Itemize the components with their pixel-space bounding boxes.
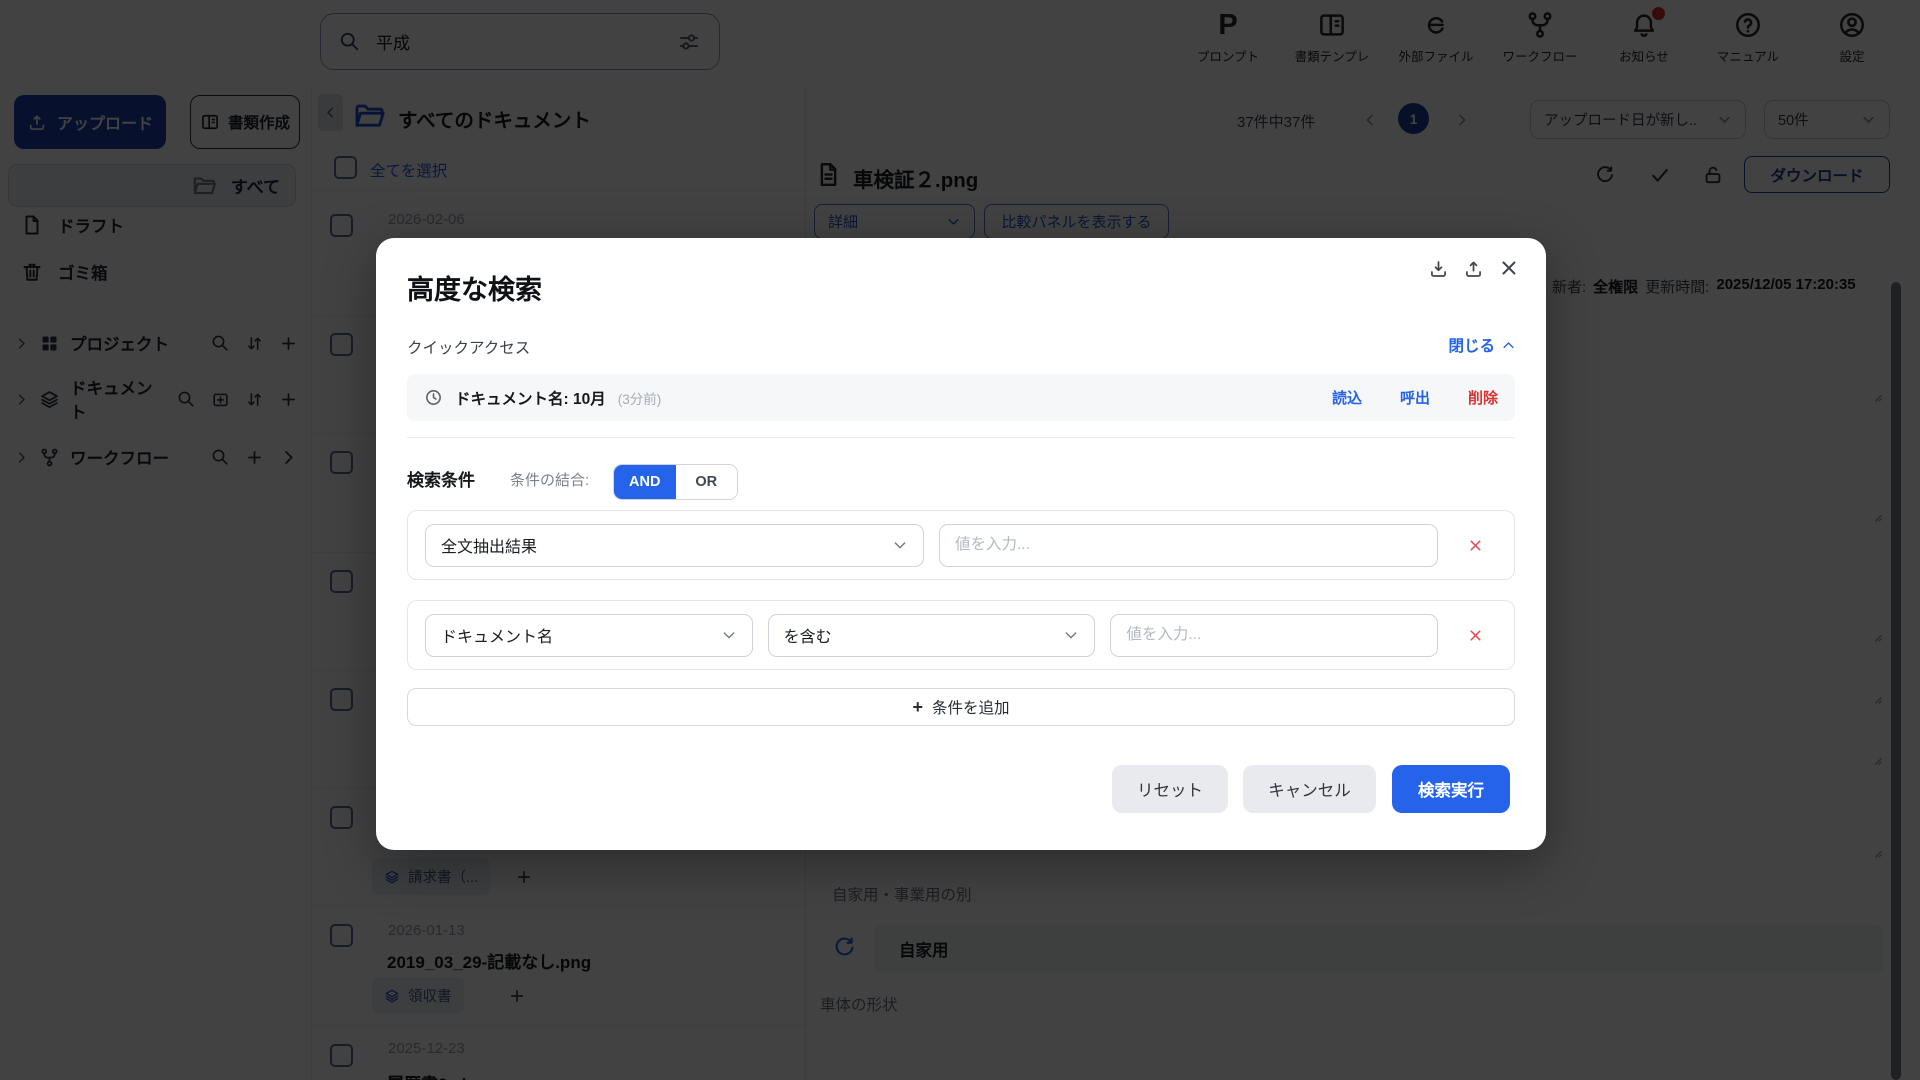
reset-button[interactable]: リセット bbox=[1112, 765, 1228, 813]
condition-row: 全文抽出結果 bbox=[407, 510, 1515, 580]
cancel-button[interactable]: キャンセル bbox=[1243, 765, 1376, 813]
modal-title: 高度な検索 bbox=[407, 268, 542, 307]
execute-search-button[interactable]: 検索実行 bbox=[1392, 765, 1510, 813]
or-toggle-option[interactable]: OR bbox=[676, 465, 738, 499]
chevron-down-icon bbox=[721, 627, 737, 643]
import-download-icon[interactable] bbox=[1428, 258, 1449, 279]
chevron-down-icon bbox=[892, 537, 908, 553]
history-recall-button[interactable]: 呼出 bbox=[1400, 387, 1430, 408]
remove-condition-button[interactable] bbox=[1453, 627, 1497, 644]
collapse-label: 閉じる bbox=[1448, 334, 1495, 356]
remove-condition-button[interactable] bbox=[1453, 537, 1497, 554]
chevron-up-icon bbox=[1501, 338, 1516, 353]
join-operator-label: 条件の結合: bbox=[510, 469, 589, 490]
remove-x-icon bbox=[1467, 537, 1484, 554]
search-history-entry[interactable]: ドキュメント名: 10月 (3分前) 読込 呼出 削除 bbox=[407, 374, 1515, 421]
screen: P プロンプト 書類テンプレ 外部ファイル ワークフロー bbox=[0, 0, 1920, 1080]
condition-row: ドキュメント名 を含む bbox=[407, 600, 1515, 670]
condition-field-value: ドキュメント名 bbox=[441, 623, 553, 647]
quick-access-collapse-button[interactable]: 閉じる bbox=[1448, 334, 1516, 356]
and-or-toggle: AND OR bbox=[613, 464, 738, 500]
condition-value-input[interactable] bbox=[1110, 614, 1438, 657]
close-icon[interactable] bbox=[1498, 257, 1520, 279]
quick-access-label: クイックアクセス bbox=[407, 336, 530, 358]
history-load-button[interactable]: 読込 bbox=[1332, 387, 1362, 408]
history-entry-time: (3分前) bbox=[618, 388, 662, 408]
divider bbox=[407, 437, 1515, 438]
history-entry-name: ドキュメント名: 10月 bbox=[455, 387, 606, 409]
condition-field-select[interactable]: ドキュメント名 bbox=[425, 614, 753, 657]
history-delete-button[interactable]: 削除 bbox=[1468, 387, 1498, 408]
and-toggle-option[interactable]: AND bbox=[614, 465, 676, 499]
export-upload-icon[interactable] bbox=[1463, 258, 1484, 279]
chevron-down-icon bbox=[1063, 627, 1079, 643]
remove-x-icon bbox=[1467, 627, 1484, 644]
condition-operator-value: を含む bbox=[784, 623, 832, 647]
add-condition-button[interactable]: + 条件を追加 bbox=[407, 688, 1515, 726]
condition-field-select[interactable]: 全文抽出結果 bbox=[425, 524, 924, 567]
advanced-search-modal: 高度な検索 クイックアクセス 閉じる ドキュメント名: 10月 (3分前) 読込… bbox=[376, 238, 1546, 850]
condition-value-input[interactable] bbox=[939, 524, 1438, 567]
search-conditions-label: 検索条件 bbox=[407, 466, 475, 491]
condition-operator-select[interactable]: を含む bbox=[768, 614, 1096, 657]
clock-icon bbox=[424, 388, 443, 407]
condition-field-value: 全文抽出結果 bbox=[441, 533, 537, 557]
plus-icon: + bbox=[912, 697, 923, 718]
add-condition-label: 条件を追加 bbox=[932, 696, 1010, 718]
